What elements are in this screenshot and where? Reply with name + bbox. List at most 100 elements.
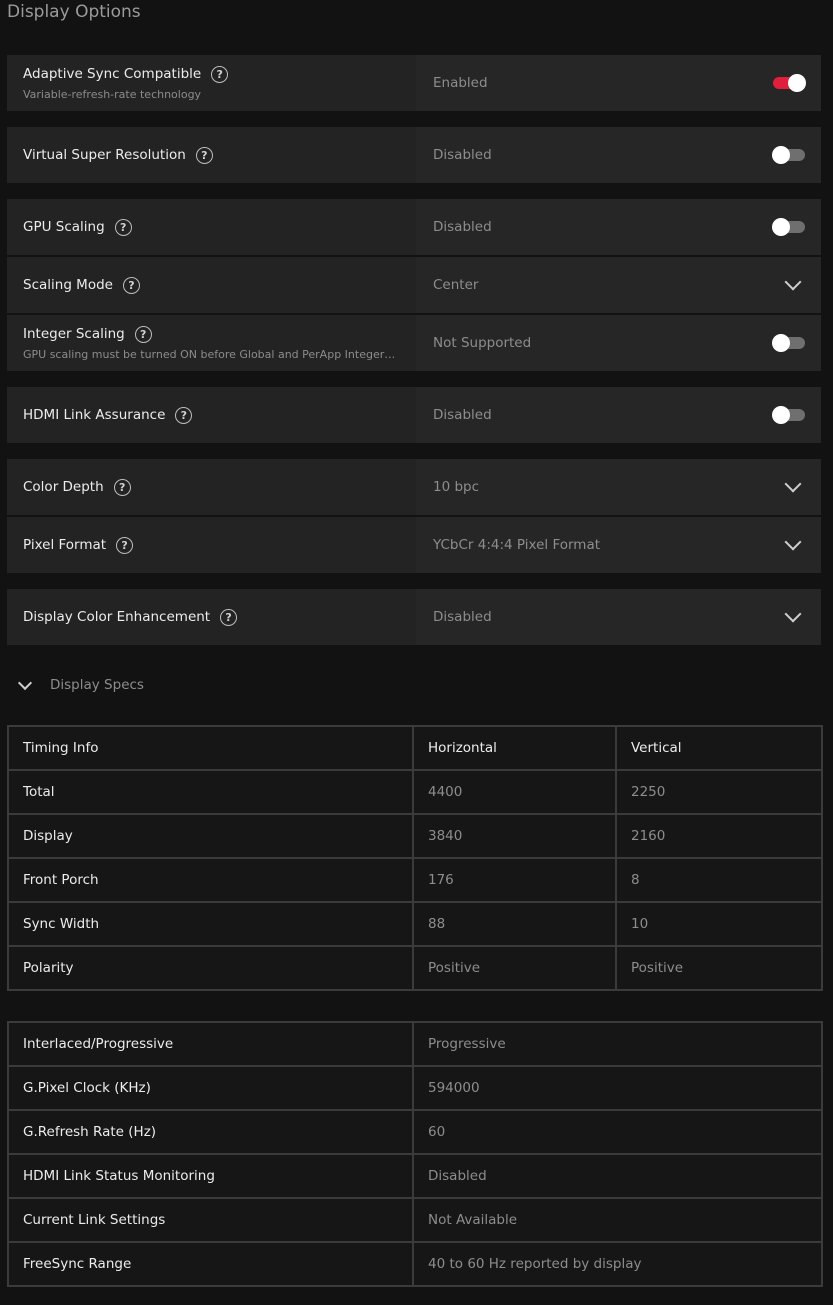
cell-value: Not Available	[412, 1197, 823, 1243]
cell-value: 60	[412, 1109, 823, 1155]
table-row: Polarity Positive Positive	[7, 945, 823, 991]
table-header-row: Timing Info Horizontal Vertical	[7, 725, 823, 771]
setting-row-scaling-mode: Scaling Mode ? Center	[7, 257, 821, 313]
cell-value: 10	[615, 901, 823, 947]
setting-value: 10 bpc	[433, 479, 480, 495]
table-row: Interlaced/Progressive Progressive	[7, 1021, 823, 1067]
row-label: Interlaced/Progressive	[7, 1021, 414, 1067]
help-icon[interactable]: ?	[175, 406, 193, 424]
setting-row-integer-scaling: Integer Scaling ? GPU scaling must be tu…	[7, 315, 821, 371]
table-row: Front Porch 176 8	[7, 857, 823, 903]
setting-value: Disabled	[433, 147, 492, 163]
cell-value: 40 to 60 Hz reported by display	[412, 1241, 823, 1287]
cell-value: 8	[615, 857, 823, 903]
setting-label: GPU Scaling	[23, 219, 105, 235]
help-icon[interactable]: ?	[114, 218, 132, 236]
setting-label-cell: Display Color Enhancement ?	[7, 589, 414, 645]
help-icon[interactable]: ?	[195, 146, 213, 164]
setting-label: Integer Scaling	[23, 326, 125, 342]
color-enhancement-dropdown[interactable]: Disabled	[416, 589, 821, 645]
setting-value-cell: Not Supported	[416, 315, 821, 371]
column-header: Vertical	[615, 725, 823, 771]
cell-value: Progressive	[412, 1021, 823, 1067]
chevron-down-icon	[784, 605, 802, 623]
display-specs-label: Display Specs	[50, 677, 144, 693]
row-label: Polarity	[7, 945, 414, 991]
setting-row-vsr: Virtual Super Resolution ? Disabled	[7, 127, 821, 183]
setting-label-cell: Integer Scaling ? GPU scaling must be tu…	[7, 315, 414, 371]
row-label: Display	[7, 813, 414, 859]
setting-value: Center	[433, 277, 479, 293]
setting-row-hdmi-link: HDMI Link Assurance ? Disabled	[7, 387, 821, 443]
table-row: G.Refresh Rate (Hz) 60	[7, 1109, 823, 1155]
setting-description: GPU scaling must be turned ON before Glo…	[23, 347, 398, 361]
display-info-table: Interlaced/Progressive Progressive G.Pix…	[7, 1021, 823, 1287]
vsr-toggle[interactable]	[772, 146, 805, 164]
setting-label-cell: Virtual Super Resolution ?	[7, 127, 414, 183]
hdmi-link-toggle[interactable]	[772, 406, 805, 424]
setting-label-cell: Color Depth ?	[7, 459, 414, 515]
table-row: HDMI Link Status Monitoring Disabled	[7, 1153, 823, 1199]
setting-value-cell: Disabled	[416, 127, 821, 183]
integer-scaling-toggle[interactable]	[772, 334, 805, 352]
display-specs-toggle[interactable]: Display Specs	[17, 675, 144, 693]
setting-label: HDMI Link Assurance	[23, 407, 166, 423]
group-vsr: Virtual Super Resolution ? Disabled	[7, 127, 821, 183]
group-hdmi-link: HDMI Link Assurance ? Disabled	[7, 387, 821, 443]
cell-value: 594000	[412, 1065, 823, 1111]
setting-value: Disabled	[433, 609, 492, 625]
table-row: Sync Width 88 10	[7, 901, 823, 947]
row-label: HDMI Link Status Monitoring	[7, 1153, 414, 1199]
chevron-down-icon	[784, 273, 802, 291]
help-icon[interactable]: ?	[122, 276, 140, 294]
row-label: Total	[7, 769, 414, 815]
help-icon[interactable]: ?	[116, 536, 134, 554]
timing-info-table: Timing Info Horizontal Vertical Total 44…	[7, 725, 823, 991]
setting-label: Adaptive Sync Compatible	[23, 66, 202, 82]
help-icon[interactable]: ?	[220, 608, 238, 626]
setting-label-cell: Pixel Format ?	[7, 517, 414, 573]
pixel-format-dropdown[interactable]: YCbCr 4:4:4 Pixel Format	[416, 517, 821, 573]
gpu-scaling-toggle[interactable]	[772, 218, 805, 236]
setting-label: Scaling Mode	[23, 277, 113, 293]
adaptive-sync-toggle[interactable]	[773, 74, 806, 92]
scaling-mode-dropdown[interactable]: Center	[416, 257, 821, 313]
help-icon[interactable]: ?	[134, 325, 152, 343]
setting-label-cell: Scaling Mode ?	[7, 257, 414, 313]
chevron-down-icon	[784, 533, 802, 551]
setting-value: Not Supported	[433, 335, 532, 351]
page-title: Display Options	[7, 2, 141, 22]
color-depth-dropdown[interactable]: 10 bpc	[416, 459, 821, 515]
cell-value: Positive	[412, 945, 617, 991]
cell-value: 2250	[615, 769, 823, 815]
setting-row-adaptive-sync: Adaptive Sync Compatible ? Variable-refr…	[7, 55, 821, 111]
group-color: Color Depth ? 10 bpc Pixel Format ? YCbC…	[7, 459, 821, 573]
table-row: Total 4400 2250	[7, 769, 823, 815]
row-label: Sync Width	[7, 901, 414, 947]
setting-value: YCbCr 4:4:4 Pixel Format	[433, 537, 601, 553]
setting-row-gpu-scaling: GPU Scaling ? Disabled	[7, 199, 821, 255]
cell-value: Disabled	[412, 1153, 823, 1199]
setting-label-cell: HDMI Link Assurance ?	[7, 387, 414, 443]
cell-value: 88	[412, 901, 617, 947]
row-label: G.Refresh Rate (Hz)	[7, 1109, 414, 1155]
row-label: Current Link Settings	[7, 1197, 414, 1243]
setting-label: Color Depth	[23, 479, 104, 495]
help-icon[interactable]: ?	[113, 478, 131, 496]
column-header: Horizontal	[412, 725, 617, 771]
cell-value: 176	[412, 857, 617, 903]
row-label: FreeSync Range	[7, 1241, 414, 1287]
help-icon[interactable]: ?	[211, 65, 229, 83]
cell-value: Positive	[615, 945, 823, 991]
setting-row-color-enhancement: Display Color Enhancement ? Disabled	[7, 589, 821, 645]
setting-label-cell: Adaptive Sync Compatible ? Variable-refr…	[7, 55, 414, 111]
chevron-down-icon	[784, 475, 802, 493]
table-row: Current Link Settings Not Available	[7, 1197, 823, 1243]
setting-row-color-depth: Color Depth ? 10 bpc	[7, 459, 821, 515]
setting-value: Enabled	[433, 75, 488, 91]
setting-label: Display Color Enhancement	[23, 609, 211, 625]
cell-value: 4400	[412, 769, 617, 815]
cell-value: 2160	[615, 813, 823, 859]
table-row: G.Pixel Clock (KHz) 594000	[7, 1065, 823, 1111]
setting-value-cell: Disabled	[416, 199, 821, 255]
